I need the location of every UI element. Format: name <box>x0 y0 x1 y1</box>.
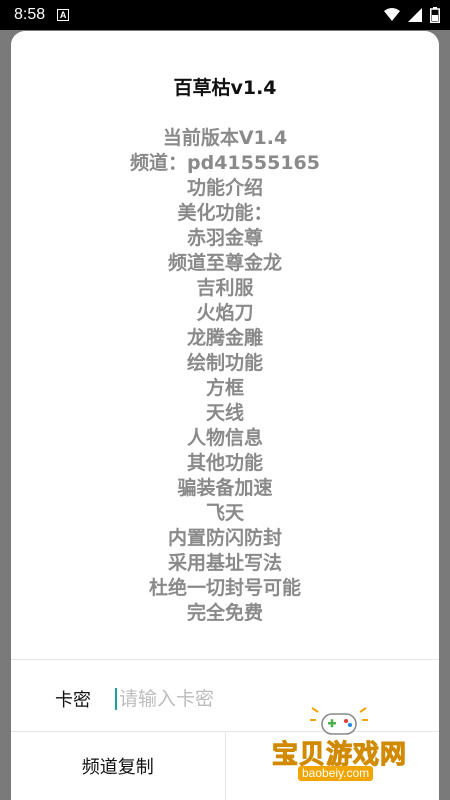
list-item: 龙腾金雕 <box>186 327 263 349</box>
watermark-url: baobeiy.com <box>298 766 374 781</box>
list-item: 人物信息 <box>186 427 263 449</box>
key-label: 卡密 <box>55 690 91 711</box>
copy-channel-button[interactable]: 频道复制 <box>11 732 225 800</box>
list-item: 杜绝一切封号可能 <box>148 577 301 599</box>
list-item: 绘制功能 <box>186 352 263 374</box>
key-dialog: 百草枯v1.4 当前版本V1.4 频道：pd41555165 功能介绍 美化功能… <box>11 31 439 800</box>
list-item: 飞天 <box>205 502 244 524</box>
list-item: 其他功能 <box>186 452 263 474</box>
list-item: 骗装备加速 <box>177 477 273 499</box>
status-time: 8:58 <box>14 6 46 23</box>
divider <box>11 659 439 660</box>
list-item: 完全免费 <box>186 602 263 621</box>
list-item: 美化功能： <box>177 202 273 224</box>
feature-list[interactable]: 当前版本V1.4 频道：pd41555165 功能介绍 美化功能： 赤羽金尊 频… <box>11 126 439 621</box>
battery-icon <box>430 7 440 23</box>
list-item: 采用基址写法 <box>167 552 282 574</box>
list-item: 天线 <box>205 402 244 424</box>
list-item: 吉利服 <box>196 277 254 299</box>
list-item: 火焰刀 <box>196 302 254 324</box>
signal-icon <box>408 8 422 22</box>
list-item: 频道：pd41555165 <box>130 152 320 174</box>
list-item: 方框 <box>205 377 244 399</box>
status-bar: 8:58 A <box>0 0 450 30</box>
list-item: 内置防闪防封 <box>167 527 282 549</box>
a-box-icon: A <box>57 9 70 21</box>
list-item: 功能介绍 <box>186 177 263 199</box>
wifi-icon <box>384 8 400 21</box>
list-item: 频道至尊金龙 <box>167 252 282 274</box>
dialog-title: 百草枯v1.4 <box>173 77 277 99</box>
list-item: 当前版本V1.4 <box>162 127 288 149</box>
watermark: 宝贝游戏网 baobeiy.com <box>270 707 420 781</box>
status-icons <box>384 7 440 23</box>
list-item: 赤羽金尊 <box>186 227 263 249</box>
